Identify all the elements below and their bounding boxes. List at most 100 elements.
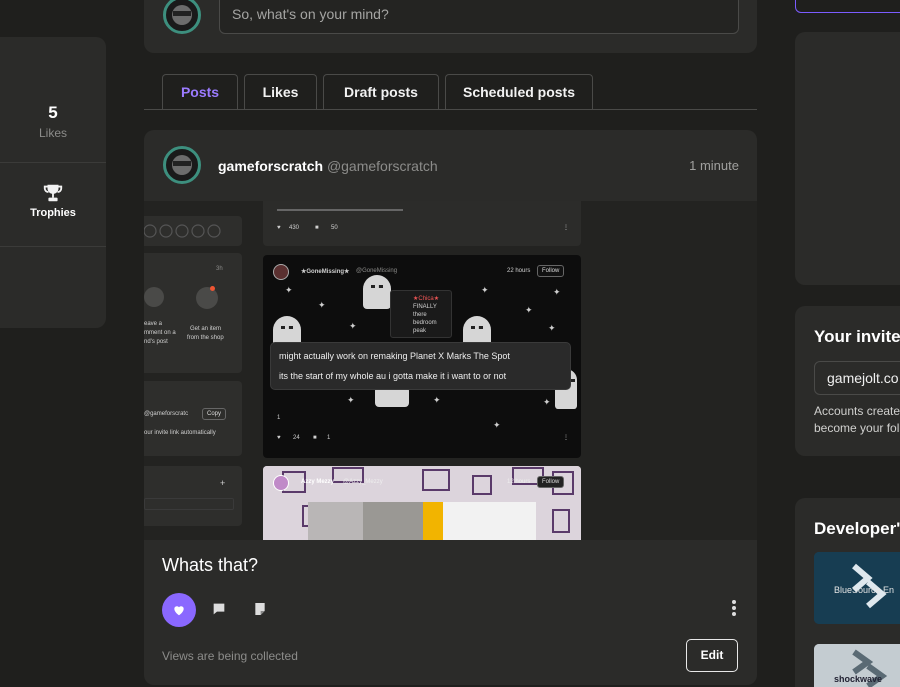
developer-item-name: BlueSource En: [834, 585, 895, 595]
developer-item-name: shockwave: [834, 674, 883, 684]
tabs-underline: [144, 109, 757, 110]
sparkle-icon: ✦: [543, 397, 551, 407]
post-views-status: Views are being collected: [162, 649, 298, 663]
image-text: nd's post: [144, 339, 168, 345]
sparkle-icon: ✦: [493, 420, 501, 430]
image-text: our invite link automatically: [144, 430, 216, 436]
invite-title: Your invite: [814, 327, 900, 346]
image-input-shape: [144, 498, 234, 510]
image-bottom-panel: +: [144, 466, 242, 526]
sparkle-icon: ✦: [433, 395, 441, 405]
ghost-shape: [363, 275, 391, 309]
shop-icon: [196, 287, 218, 309]
image-text: peak: [413, 328, 427, 334]
post-author[interactable]: gameforscratch @gameforscratch: [218, 158, 438, 174]
image-avatar: [273, 264, 289, 280]
like-button[interactable]: [162, 593, 196, 627]
image-caption-box: might actually work on remaking Planet X…: [270, 342, 571, 390]
invite-description-line: Accounts create: [814, 404, 900, 418]
quest-icon: [144, 287, 164, 307]
image-text: bedroom: [413, 320, 437, 326]
invite-card: Your invite gamejolt.co Accounts create …: [795, 306, 900, 456]
developer-item[interactable]: shockwave: [814, 644, 900, 687]
image-heart-icon: ♥: [277, 435, 281, 441]
image-text: there: [413, 312, 427, 318]
stats-divider: [0, 246, 106, 247]
sparkle-icon: ✦: [285, 285, 293, 295]
more-options-button[interactable]: [729, 599, 739, 622]
image-text: 50: [331, 225, 338, 231]
likes-stat[interactable]: 5 Likes: [0, 103, 106, 140]
notification-dot: [210, 286, 215, 291]
edit-button[interactable]: Edit: [686, 639, 738, 672]
composer-avatar[interactable]: [163, 0, 201, 34]
tab-draft-posts[interactable]: Draft posts: [323, 74, 439, 109]
author-display-name[interactable]: gameforscratch: [218, 158, 323, 174]
post-composer: So, what's on your mind?: [144, 0, 757, 53]
comment-icon: [213, 603, 225, 615]
sparkle-icon: ✦: [553, 287, 561, 297]
profile-stats-card: 5 Likes Trophies: [0, 37, 106, 328]
sparkle-icon: ✦: [347, 395, 355, 405]
image-feed-post-1: ♥ 430 ■ 50 ⋮: [263, 201, 581, 246]
developers-title: Developer's: [814, 519, 900, 538]
image-copy-pill: Copy: [202, 408, 227, 420]
stats-divider: [0, 162, 106, 163]
post-timestamp[interactable]: 1 minute: [689, 158, 739, 173]
sparkle-icon: ✦: [548, 323, 556, 333]
trophies-label: Trophies: [30, 207, 76, 219]
image-text: ★GoneMissing★: [301, 269, 350, 275]
sparkle-icon: ✦: [481, 285, 489, 295]
sticker-button[interactable]: [252, 601, 268, 620]
image-text: might actually work on remaking Planet X…: [279, 351, 510, 361]
avatar: [163, 146, 201, 184]
tab-posts[interactable]: Posts: [162, 74, 238, 109]
post-card: gameforscratch @gameforscratch 1 minute …: [144, 130, 757, 685]
tab-likes[interactable]: Likes: [244, 74, 317, 109]
image-more-icon: ⋮: [563, 435, 569, 441]
post-avatar[interactable]: [163, 146, 201, 184]
tab-scheduled-posts[interactable]: Scheduled posts: [445, 74, 593, 109]
image-text: ★Chica★: [413, 296, 440, 302]
image-text: 24: [293, 435, 300, 441]
image-text: FINALLY: [413, 304, 437, 310]
image-clock-text: 3h: [216, 266, 223, 272]
composer-input[interactable]: So, what's on your mind?: [219, 0, 739, 34]
heart-icon: [174, 606, 184, 616]
image-inner-card: ★Chica★ FINALLY there bedroom peak: [390, 290, 452, 338]
more-vertical-icon: [732, 600, 736, 616]
sparkle-icon: ✦: [525, 305, 533, 315]
image-text: mment on a: [144, 330, 176, 336]
image-text: @GoneMissing: [356, 268, 398, 274]
invite-description: Accounts create become your fol: [814, 403, 900, 437]
sticker-icon: [255, 603, 265, 615]
right-top-button[interactable]: [795, 0, 900, 13]
invite-link-field[interactable]: gamejolt.co: [814, 361, 900, 395]
avatar: [163, 0, 201, 34]
likes-label: Likes: [38, 126, 67, 140]
image-text: +: [220, 478, 226, 488]
image-invite-panel: @gameforscratc Copy our invite link auto…: [144, 381, 242, 456]
image-follow-pill: Follow: [537, 265, 565, 277]
image-left-panel: 3h eave a mment on a nd's post Get an it…: [144, 201, 242, 540]
developers-card: Developer's BlueSource En shockwave: [795, 498, 900, 687]
sparkle-icon: ✦: [349, 321, 357, 331]
image-text: eave a: [144, 321, 163, 327]
invite-description-line: become your fol: [814, 421, 900, 435]
post-image[interactable]: 3h eave a mment on a nd's post Get an it…: [144, 201, 757, 540]
image-text: 1: [327, 435, 331, 441]
comment-button[interactable]: [211, 601, 227, 620]
image-text: @gameforscratc: [144, 411, 189, 417]
image-text: Azzy Mezzy: [301, 479, 335, 485]
trophies-stat[interactable]: Trophies: [0, 182, 106, 219]
image-text: 430: [289, 225, 300, 231]
image-text: 1: [277, 415, 281, 421]
image-text: 12 hours: [507, 479, 531, 485]
right-sidebar-card: [795, 32, 900, 285]
image-follow-pill: Follow: [537, 476, 565, 488]
image-progress-shape: [277, 209, 403, 211]
image-comment-icon: ■: [315, 225, 319, 231]
developer-item[interactable]: BlueSource En: [814, 552, 900, 624]
image-comment-icon: ■: [313, 435, 317, 441]
image-feed-post-3: Azzy Mezzy @Azzy_Mezzy 12 hours Follow: [263, 466, 581, 540]
